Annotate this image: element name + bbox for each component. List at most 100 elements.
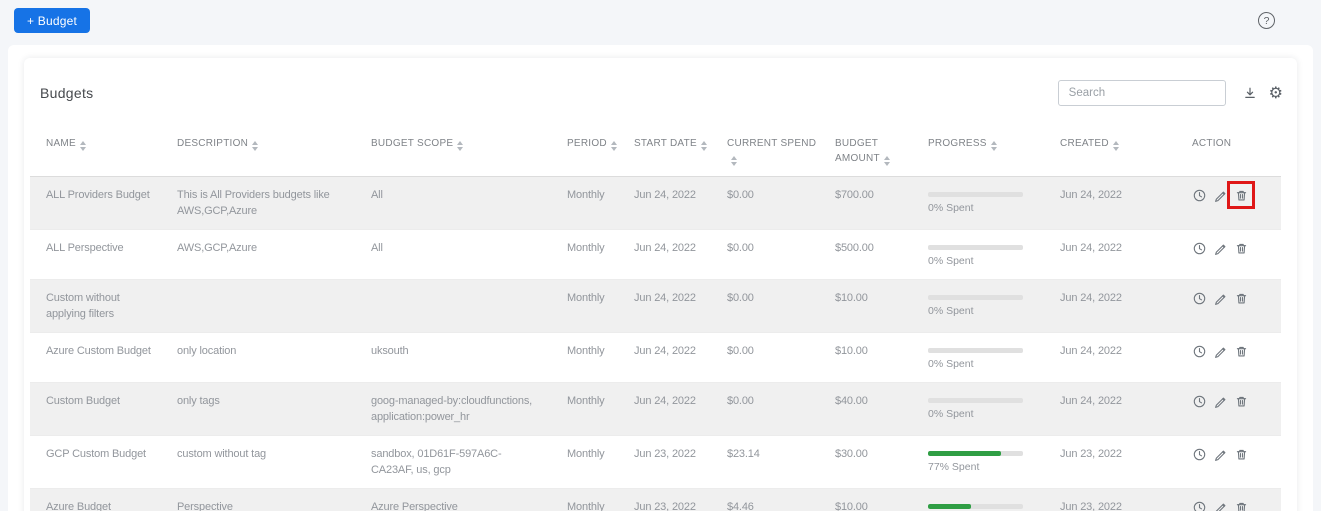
sort-icon[interactable] [1113, 141, 1119, 151]
column-label: PERIOD [567, 138, 607, 149]
budgets-card: Budgets ⚙ NAMEDESC [24, 58, 1297, 511]
cell-action [1176, 230, 1281, 280]
column-label: DESCRIPTION [177, 138, 248, 149]
edit-pencil-icon[interactable] [1213, 241, 1227, 255]
budget-table-body: ALL Providers Budget This is All Provide… [30, 177, 1281, 511]
cell-budget-scope: All [355, 230, 551, 280]
delete-trash-icon[interactable] [1234, 241, 1248, 255]
sort-icon[interactable] [884, 156, 890, 166]
edit-pencil-icon[interactable] [1213, 188, 1227, 202]
delete-trash-icon[interactable] [1234, 394, 1248, 408]
table-row: Custom without applying filters Monthly … [30, 280, 1281, 333]
sort-icon[interactable] [991, 141, 997, 151]
help-icon[interactable]: ? [1258, 12, 1275, 29]
cell-created: Jun 24, 2022 [1044, 177, 1176, 230]
history-clock-icon[interactable] [1192, 394, 1206, 408]
column-label: CURRENT SPEND [727, 138, 816, 149]
delete-trash-icon[interactable] [1234, 188, 1248, 202]
cell-current-spend: $0.00 [711, 230, 819, 280]
cell-created: Jun 24, 2022 [1044, 333, 1176, 383]
edit-pencil-icon[interactable] [1213, 394, 1227, 408]
cell-action [1176, 436, 1281, 489]
progress-bar [928, 451, 1023, 456]
action-buttons [1192, 499, 1273, 511]
cell-progress: 0% Spent [912, 383, 1044, 436]
cell-name: GCP Custom Budget [30, 436, 161, 489]
column-label: START DATE [634, 138, 697, 149]
delete-trash-icon[interactable] [1234, 447, 1248, 461]
add-budget-button[interactable]: + Budget [14, 8, 90, 33]
edit-pencil-icon[interactable] [1213, 447, 1227, 461]
sort-icon[interactable] [457, 141, 463, 151]
cell-current-spend: $0.00 [711, 333, 819, 383]
progress-bar [928, 504, 1023, 509]
cell-budget-scope: sandbox, 01D61F-597A6C-CA23AF, us, gcp [355, 436, 551, 489]
column-header-description[interactable]: DESCRIPTION [161, 122, 355, 177]
column-header-budget-amount[interactable]: BUDGET AMOUNT [819, 122, 912, 177]
sort-icon[interactable] [731, 156, 737, 166]
column-header-start-date[interactable]: START DATE [618, 122, 711, 177]
column-header-budget-scope[interactable]: BUDGET SCOPE [355, 122, 551, 177]
history-clock-icon[interactable] [1192, 241, 1206, 255]
settings-gear-icon[interactable]: ⚙ [1269, 85, 1283, 101]
edit-pencil-icon[interactable] [1213, 291, 1227, 305]
cell-description: Perspective [161, 489, 355, 511]
column-header-period[interactable]: PERIOD [551, 122, 618, 177]
column-label: BUDGET SCOPE [371, 138, 453, 149]
cell-action [1176, 280, 1281, 333]
cell-action [1176, 383, 1281, 436]
column-header-progress[interactable]: PROGRESS [912, 122, 1044, 177]
action-buttons [1192, 393, 1273, 408]
cell-description: AWS,GCP,Azure [161, 230, 355, 280]
action-buttons [1192, 446, 1273, 461]
cell-name: Azure Budget [30, 489, 161, 511]
edit-pencil-icon[interactable] [1213, 344, 1227, 358]
delete-trash-icon[interactable] [1234, 291, 1248, 305]
cell-start-date: Jun 24, 2022 [618, 383, 711, 436]
history-clock-icon[interactable] [1192, 344, 1206, 358]
progress-bar [928, 245, 1023, 250]
history-clock-icon[interactable] [1192, 291, 1206, 305]
cell-budget-amount: $30.00 [819, 436, 912, 489]
cell-budget-amount: $10.00 [819, 280, 912, 333]
cell-start-date: Jun 24, 2022 [618, 230, 711, 280]
column-header-created[interactable]: CREATED [1044, 122, 1176, 177]
cell-progress: 0% Spent [912, 230, 1044, 280]
sort-icon[interactable] [252, 141, 258, 151]
cell-current-spend: $0.00 [711, 383, 819, 436]
delete-trash-icon[interactable] [1234, 500, 1248, 511]
search-input[interactable] [1058, 80, 1226, 106]
card-header: Budgets ⚙ [24, 58, 1297, 122]
sort-icon[interactable] [701, 141, 707, 151]
cell-created: Jun 24, 2022 [1044, 383, 1176, 436]
cell-current-spend: $0.00 [711, 177, 819, 230]
cell-current-spend: $23.14 [711, 436, 819, 489]
sort-icon[interactable] [611, 141, 617, 151]
cell-budget-scope: All [355, 177, 551, 230]
history-clock-icon[interactable] [1192, 188, 1206, 202]
edit-pencil-icon[interactable] [1213, 500, 1227, 511]
progress-label: 77% Spent [928, 459, 1036, 475]
progress-bar-fill [928, 504, 971, 509]
column-label: BUDGET AMOUNT [835, 138, 880, 164]
history-clock-icon[interactable] [1192, 447, 1206, 461]
progress-bar [928, 192, 1023, 197]
download-icon[interactable] [1243, 86, 1257, 100]
cell-start-date: Jun 23, 2022 [618, 489, 711, 511]
cell-description [161, 280, 355, 333]
history-clock-icon[interactable] [1192, 500, 1206, 511]
column-label: PROGRESS [928, 138, 987, 149]
cell-period: Monthly [551, 489, 618, 511]
cell-current-spend: $4.46 [711, 489, 819, 511]
column-header-current-spend[interactable]: CURRENT SPEND [711, 122, 819, 177]
cell-action [1176, 177, 1281, 230]
cell-description: only tags [161, 383, 355, 436]
sort-icon[interactable] [80, 141, 86, 151]
column-header-name[interactable]: NAME [30, 122, 161, 177]
cell-budget-amount: $10.00 [819, 489, 912, 511]
cell-progress: 0% Spent [912, 333, 1044, 383]
cell-budget-scope: Azure Perspective [355, 489, 551, 511]
table-row: ALL Providers Budget This is All Provide… [30, 177, 1281, 230]
delete-trash-icon[interactable] [1234, 344, 1248, 358]
cell-created: Jun 24, 2022 [1044, 230, 1176, 280]
